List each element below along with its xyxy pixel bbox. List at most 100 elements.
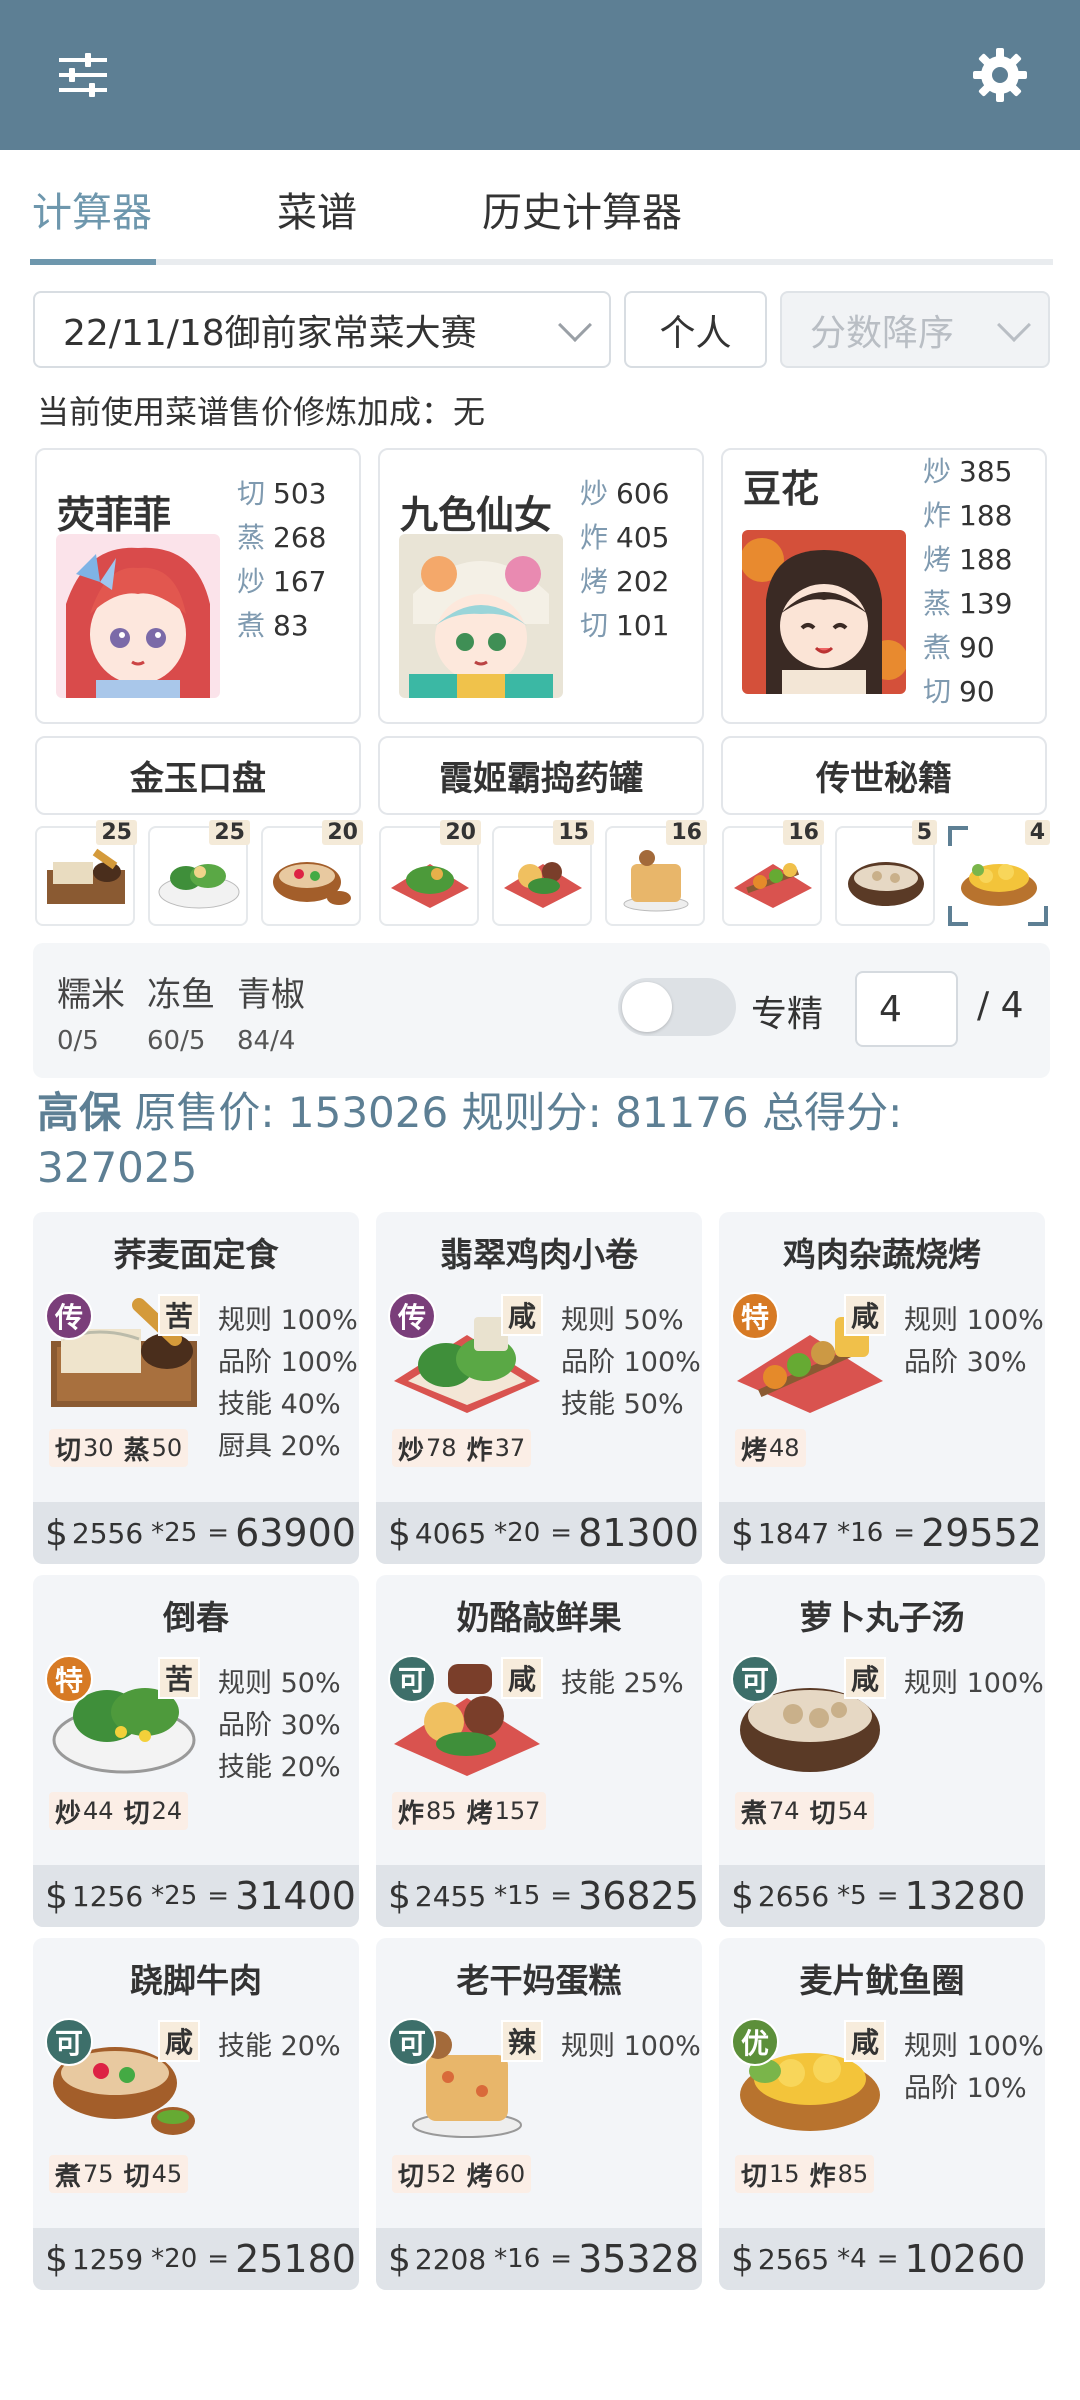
sliders-icon[interactable] [38, 30, 128, 120]
dish-slot[interactable]: 20 [379, 820, 481, 926]
quantity: *20 [494, 1518, 541, 1548]
skill-value: 24 [151, 1797, 183, 1825]
dish-slot[interactable]: 25 [35, 820, 137, 926]
equipment-slot-3[interactable]: 传世秘籍 [721, 736, 1047, 815]
recipe-card[interactable]: 倒春特 苦规则 50% 品阶 30% 技能 20% 炒 44 切 24 $1256 *25 = 314… [33, 1575, 359, 1927]
level-label: 高保 [37, 1088, 122, 1137]
sort-select-value: 分数降序 [810, 312, 955, 354]
dish-slot[interactable]: 16 [722, 820, 824, 926]
unit-price: 1847 [757, 1516, 830, 1550]
skill-value: 60 [494, 2160, 526, 2188]
chef-name: 九色仙女 [400, 493, 553, 537]
recipe-rule: 技能 40% [218, 1389, 341, 1420]
dish-count: 15 [553, 820, 594, 845]
currency-symbol: $ [388, 1512, 411, 1554]
recipe-card[interactable]: 奶酪敲鲜果可 咸技能 25% 炸 85 烤 157 $2455 *15 = 36825 [376, 1575, 702, 1927]
sort-select[interactable]: 分数降序 [780, 291, 1050, 368]
recipe-name: 翡翠鸡肉小卷 [440, 1235, 638, 1274]
dish-slot[interactable]: 15 [492, 820, 594, 926]
selection-corner [948, 826, 968, 846]
recipe-price-bar: $1256 *25 = 31400 [33, 1865, 359, 1927]
currency-symbol: $ [45, 2238, 68, 2280]
specialize-toggle[interactable] [618, 978, 736, 1036]
taste-badge: 苦 [158, 1294, 200, 1336]
skill-value: 85 [426, 1797, 457, 1825]
chevron-down-icon [997, 308, 1031, 342]
recipe-rules: 规则 100% 品阶 10% [904, 2026, 1044, 2110]
recipe-total: 29552 [921, 1511, 1042, 1555]
recipe-rules: 规则 50% 品阶 100% 技能 50% [561, 1300, 701, 1426]
quantity: *25 [151, 1518, 198, 1548]
recipe-card[interactable]: 荞麦面定食传 苦规则 100% 品阶 100% 技能 40% 厨具 20% 切 30 蒸 50 $… [33, 1212, 359, 1564]
recipe-rule: 品阶 30% [904, 1347, 1027, 1378]
chef-skill: 切 90 [923, 675, 995, 708]
recipe-rule: 技能 20% [218, 1752, 341, 1783]
recipe-card[interactable]: 翡翠鸡肉小卷传 咸规则 50% 品阶 100% 技能 50% 炒 78 炸 37 $4065 *2… [376, 1212, 702, 1564]
contest-select[interactable]: 22/11/18御前家常菜大赛 [33, 291, 611, 368]
skill-value: 85 [837, 2160, 869, 2188]
chef-name: 荧菲菲 [57, 493, 172, 537]
equals-sign: = [893, 1518, 916, 1548]
recipe-total: 35328 [578, 2237, 699, 2281]
equipment-slot-2[interactable]: 霞姬霸捣药罐 [378, 736, 704, 815]
recipe-total: 10260 [904, 2237, 1026, 2281]
recipe-skill-req: 切 15 炸 85 [735, 2155, 875, 2193]
quantity: *4 [837, 2244, 867, 2274]
selection-corner [1028, 906, 1048, 926]
chef-card-2[interactable]: 九色仙女 炒 606 炸 405 烤 202 切 101 [378, 448, 704, 724]
chef-skill: 烤 202 [580, 565, 670, 598]
dish-slot[interactable]: 16 [605, 820, 707, 926]
recipe-total: 31400 [235, 1874, 356, 1918]
currency-symbol: $ [731, 1875, 754, 1917]
chef-card-3[interactable]: 豆花 炒 385 炸 188 烤 188 蒸 139 煮 90 切 90 [721, 448, 1047, 724]
skill-type: 蒸 [123, 1435, 150, 1466]
dish-slot[interactable]: 20 [261, 820, 363, 926]
recipe-card[interactable]: 老干妈蛋糕可 辣规则 100% 切 52 烤 60 $2208 *16 = 35328 [376, 1938, 702, 2290]
taste-badge: 咸 [158, 2020, 200, 2062]
recipe-name: 奶酪敲鲜果 [456, 1598, 622, 1637]
equipment-slot-1[interactable]: 金玉口盘 [35, 736, 361, 815]
recipe-price-bar: $2556 *25 = 63900 [33, 1502, 359, 1564]
dish-slot-selected[interactable]: 4 [948, 820, 1050, 926]
skill-type: 切 [741, 2161, 768, 2192]
tab-recipes[interactable]: 菜谱 [277, 180, 357, 238]
chef-card-1[interactable]: 荧菲菲 切 503 蒸 268 炒 167 煮 83 [35, 448, 361, 724]
currency-symbol: $ [731, 2238, 754, 2280]
recipe-rule: 品阶 100% [561, 1347, 701, 1378]
recipe-card[interactable]: 跷脚牛肉可 咸技能 20% 煮 75 切 45 $1259 *20 = 25180 [33, 1938, 359, 2290]
chef-skill: 切 503 [237, 477, 327, 510]
dish-slot[interactable]: 25 [148, 820, 250, 926]
skill-type: 炸 [398, 1798, 425, 1829]
unit-price: 4065 [414, 1516, 487, 1550]
specialize-label: 专精 [751, 994, 824, 1035]
recipe-card[interactable]: 麦片鱿鱼圈优 咸规则 100% 品阶 10% 切 15 炸 85 $2565 *4 = 10260 [719, 1938, 1045, 2290]
recipe-card[interactable]: 鸡肉杂蔬烧烤特 咸规则 100% 品阶 30% 烤 48 $1847 *16 = 29552 [719, 1212, 1045, 1564]
recipe-rules: 规则 50% 品阶 30% 技能 20% [218, 1663, 341, 1789]
rank-badge: 优 [731, 2018, 779, 2066]
skill-value: 15 [769, 2160, 800, 2188]
materials-panel: 糯米 0/5 冻鱼 60/5 青椒 84/4 专精 4 / 4 [33, 943, 1050, 1078]
quantity: *5 [837, 1881, 867, 1911]
dish-count: 4 [1024, 820, 1050, 845]
recipe-price-bar: $1847 *16 = 29552 [719, 1502, 1045, 1564]
tab-indicator [30, 259, 156, 265]
recipe-rule: 规则 100% [904, 1668, 1044, 1699]
recipe-rules: 规则 100% 品阶 100% 技能 40% 厨具 20% [218, 1300, 358, 1468]
unit-price: 2455 [414, 1879, 487, 1913]
tab-calculator[interactable]: 计算器 [32, 180, 152, 238]
skill-type: 煮 [741, 1798, 768, 1829]
skill-type: 烤 [466, 2161, 493, 2192]
mode-button[interactable]: 个人 [624, 291, 767, 368]
skill-value: 52 [426, 2160, 457, 2188]
recipe-card[interactable]: 萝卜丸子汤可 咸规则 100% 煮 74 切 54 $2656 *5 = 13280 [719, 1575, 1045, 1927]
quantity: *16 [837, 1518, 884, 1548]
recipe-rules: 技能 20% [218, 2026, 341, 2068]
tab-history-calculator[interactable]: 历史计算器 [482, 180, 682, 238]
rank-badge: 传 [388, 1292, 436, 1340]
quantity-input[interactable]: 4 [855, 971, 958, 1047]
taste-badge: 苦 [158, 1657, 200, 1699]
dish-count: 20 [440, 820, 481, 845]
dish-slot[interactable]: 5 [835, 820, 937, 926]
dish-count: 5 [911, 820, 937, 845]
gear-icon[interactable] [955, 30, 1045, 120]
